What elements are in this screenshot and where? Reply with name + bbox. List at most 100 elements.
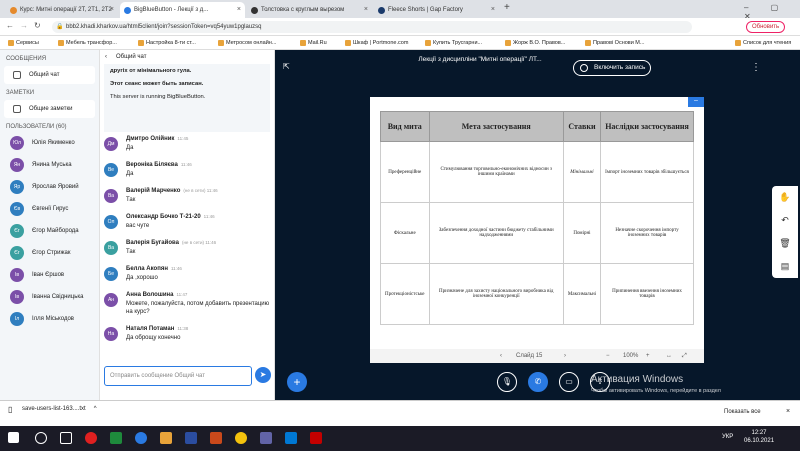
- mute-mic-button[interactable]: 🎙: [497, 372, 517, 392]
- browser-tab-course[interactable]: Курс: Митні операції 2Т, 2Т1, 2Т2 ×: [6, 2, 118, 18]
- close-icon[interactable]: ×: [491, 2, 495, 18]
- fullscreen-icon[interactable]: ⤢: [682, 349, 687, 363]
- zoom-in-button[interactable]: +: [646, 349, 650, 363]
- zoom-level: 100%: [623, 353, 639, 359]
- message-time: 11:47: [176, 292, 188, 297]
- avatar: Ів: [10, 268, 24, 282]
- url-input[interactable]: 🔒 bbb2.khadi.kharkov.ua/html5client/join?…: [52, 21, 692, 33]
- forward-icon[interactable]: →: [20, 21, 28, 30]
- zoom-out-button[interactable]: −: [606, 349, 610, 363]
- user-list-item[interactable]: Ян Янина Муська: [0, 154, 99, 176]
- close-icon[interactable]: ×: [110, 2, 114, 18]
- windows-taskbar: УКР 12:27 06.10.2021: [0, 426, 800, 451]
- bookmark-item[interactable]: Жорж В.О. Правов...: [505, 36, 565, 50]
- user-list-item[interactable]: Юл Юлія Якименко: [0, 132, 99, 154]
- update-button[interactable]: Обновить: [746, 21, 786, 33]
- user-list-item[interactable]: Іл Ілля Міськодов: [0, 308, 99, 330]
- avatar: Ан: [104, 293, 118, 307]
- bookmark-item[interactable]: Шкаф | Portmone.com: [345, 36, 408, 50]
- search-icon[interactable]: [35, 432, 47, 444]
- camera-button[interactable]: ▭: [559, 372, 579, 392]
- message-text: вас чуте: [126, 223, 150, 229]
- browser-tab-hoodie[interactable]: Толстовка с круглым вырезом ×: [247, 2, 372, 18]
- more-options-icon[interactable]: ⋮: [751, 62, 761, 73]
- user-list-item[interactable]: Ів Іван Єршов: [0, 264, 99, 286]
- message-time: 11:46: [203, 214, 215, 219]
- acrobat-icon[interactable]: [310, 432, 322, 444]
- show-all-button[interactable]: Показать все: [724, 409, 761, 415]
- download-item[interactable]: ▯ save-users-list-163....txt ^: [8, 405, 97, 414]
- close-icon[interactable]: ×: [237, 2, 241, 18]
- user-list-item[interactable]: Ів Іванна Свідницька: [0, 286, 99, 308]
- opera-icon[interactable]: [85, 432, 97, 444]
- bookmark-item[interactable]: Купить Трусгарни...: [425, 36, 482, 50]
- slide-select[interactable]: Слайд 15: [516, 349, 542, 363]
- excel-icon[interactable]: [110, 432, 122, 444]
- user-list-item[interactable]: Єг Єгор Майборода: [0, 220, 99, 242]
- avatar: Єг: [10, 224, 24, 238]
- reading-list[interactable]: Список для чтения: [735, 36, 791, 50]
- browser-tab-bbb[interactable]: BigBlueButton - Лекції з д... ×: [120, 2, 245, 18]
- audio-button[interactable]: ✆: [528, 372, 548, 392]
- minimize-slide-button[interactable]: –: [688, 97, 704, 107]
- prev-slide-button[interactable]: ‹: [500, 349, 502, 363]
- table-cell: Мінімальні: [562, 141, 602, 203]
- powerpoint-icon[interactable]: [210, 432, 222, 444]
- table-header-cell: Мета застосування: [428, 111, 564, 142]
- bookmark-item[interactable]: Сервисы: [8, 36, 39, 50]
- gap-icon: [378, 7, 385, 14]
- undo-icon[interactable]: ↶: [772, 209, 798, 232]
- teams-icon[interactable]: [260, 432, 272, 444]
- close-icon[interactable]: ×: [786, 408, 790, 415]
- bookmark-item[interactable]: Правові Основи М...: [585, 36, 644, 50]
- author-name: Олександр Бочко Т-21-20: [126, 214, 201, 220]
- presentation-slide: – Вид мита Мета застосування Ставки Наслідк…: [370, 97, 704, 349]
- bookmark-item[interactable]: Мебель трансфор...: [58, 36, 117, 50]
- edge-icon[interactable]: [135, 432, 147, 444]
- bookmark-item[interactable]: Настройка 8-ти ст...: [138, 36, 196, 50]
- language-indicator[interactable]: УКР: [722, 434, 733, 440]
- mail-icon[interactable]: [285, 432, 297, 444]
- multi-user-icon[interactable]: ▤: [772, 255, 798, 278]
- actions-button[interactable]: +: [287, 372, 307, 392]
- user-name: Янина Муська: [32, 162, 72, 168]
- public-chat-button[interactable]: Общий чат: [4, 66, 95, 84]
- meeting-title: Лекції з дисципліни "Митні операції" ЛТ.…: [418, 56, 542, 63]
- bookmark-item[interactable]: Метросом онлайн...: [218, 36, 276, 50]
- new-tab-button[interactable]: +: [504, 2, 510, 13]
- fit-width-icon[interactable]: ↔: [666, 349, 672, 363]
- send-button[interactable]: ➤: [255, 367, 271, 383]
- hand-tool-icon[interactable]: ✋: [772, 186, 798, 209]
- trash-icon[interactable]: 🗑: [772, 232, 798, 255]
- user-list-item[interactable]: Єг Єгор Стрижак: [0, 242, 99, 264]
- word-icon[interactable]: [185, 432, 197, 444]
- message-text: Так: [126, 197, 136, 203]
- author-name: Валерій Марченко: [126, 188, 181, 194]
- table-cell: Імпорт іноземних товарів збільшується: [600, 141, 694, 203]
- close-icon[interactable]: ×: [364, 2, 368, 18]
- task-view-icon[interactable]: [60, 432, 72, 444]
- chevron-up-icon[interactable]: ^: [94, 406, 97, 412]
- leave-icon[interactable]: ⇱: [283, 62, 290, 71]
- explorer-icon[interactable]: [160, 432, 172, 444]
- chat-message: Дм Дмитро Олійник 11:45 Да: [100, 136, 274, 158]
- record-button[interactable]: Включить запись: [573, 60, 651, 76]
- back-icon[interactable]: ←: [6, 21, 14, 30]
- browser-tab-gap[interactable]: Fleece Shorts | Gap Factory ×: [374, 2, 499, 18]
- system-clock[interactable]: 12:27 06.10.2021: [744, 429, 774, 445]
- chat-input[interactable]: Отправить сообщение Общий чат: [104, 366, 252, 386]
- next-slide-button[interactable]: ›: [564, 349, 566, 363]
- user-list-item[interactable]: Єв Євгенії Гирус: [0, 198, 99, 220]
- moodle-icon: [10, 7, 17, 14]
- windows-start-icon[interactable]: [8, 432, 19, 443]
- avatar: Ве: [104, 163, 118, 177]
- user-name: Іванна Свідницька: [32, 294, 84, 300]
- presentation-stage: ⇱ Лекції з дисципліни "Митні операції" Л…: [275, 50, 800, 400]
- chevron-left-icon[interactable]: ‹: [105, 50, 107, 64]
- bookmark-item[interactable]: Mail.Ru: [300, 36, 327, 50]
- chrome-icon[interactable]: [235, 432, 247, 444]
- reload-icon[interactable]: ↻: [34, 21, 41, 30]
- shared-notes-button[interactable]: Общие заметки: [4, 100, 95, 118]
- user-list-item[interactable]: Яр Ярослав Яровий: [0, 176, 99, 198]
- address-bar-row: ← → ↻ 🔒 bbb2.khadi.kharkov.ua/html5client…: [0, 18, 800, 36]
